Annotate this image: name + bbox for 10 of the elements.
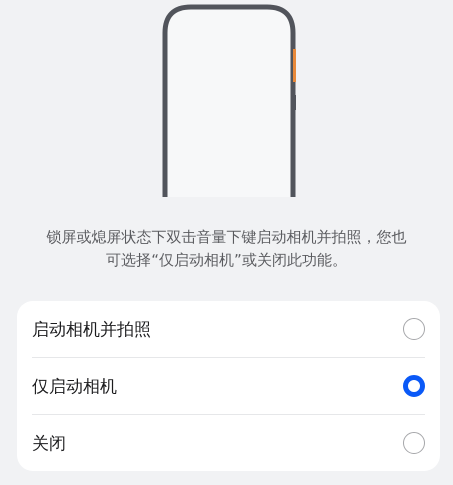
radio-button[interactable] — [403, 375, 425, 397]
option-label: 启动相机并拍照 — [32, 318, 151, 340]
option-label: 仅启动相机 — [32, 376, 117, 398]
radio-button[interactable] — [403, 318, 425, 340]
option-label: 关闭 — [32, 432, 66, 454]
description-text: 锁屏或熄屏状态下双击音量下键启动相机并拍照，您也可选择“仅启动相机”或关闭此功能。 — [46, 227, 408, 271]
radio-button[interactable] — [403, 432, 425, 454]
option-row[interactable]: 启动相机并拍照 — [32, 301, 425, 358]
option-row[interactable]: 关闭 — [32, 415, 425, 471]
option-row[interactable]: 仅启动相机 — [32, 358, 425, 415]
